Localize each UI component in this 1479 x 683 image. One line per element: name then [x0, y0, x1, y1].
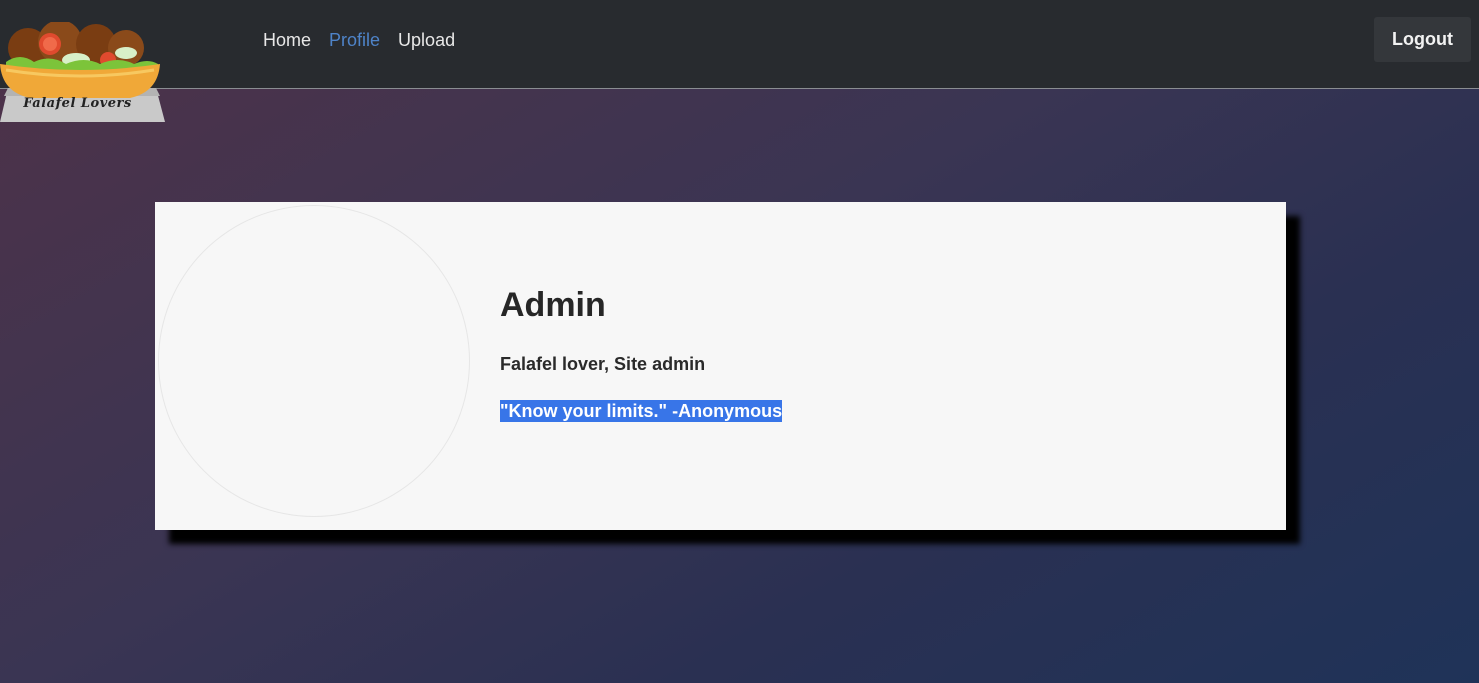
profile-info: Admin Falafel lover, Site admin "Know yo…	[500, 286, 783, 422]
profile-title: Falafel lover, Site admin	[500, 354, 706, 374]
top-navbar: Home Profile Upload Logout	[0, 0, 1479, 89]
profile-card: Admin Falafel lover, Site admin "Know yo…	[155, 202, 1286, 530]
profile-name: Admin	[500, 286, 606, 324]
profile-quote: "Know your limits." -Anonymous	[500, 400, 783, 422]
logo-text: Falafel Lovers	[23, 96, 132, 111]
nav-link-home[interactable]: Home	[263, 29, 311, 51]
nav-link-profile[interactable]: Profile	[329, 29, 380, 51]
site-logo[interactable]: Falafel Lovers	[0, 22, 166, 124]
logout-button[interactable]: Logout	[1374, 17, 1471, 62]
nav-link-upload[interactable]: Upload	[398, 29, 455, 51]
profile-avatar	[158, 205, 470, 517]
nav-links: Home Profile Upload	[263, 29, 455, 51]
